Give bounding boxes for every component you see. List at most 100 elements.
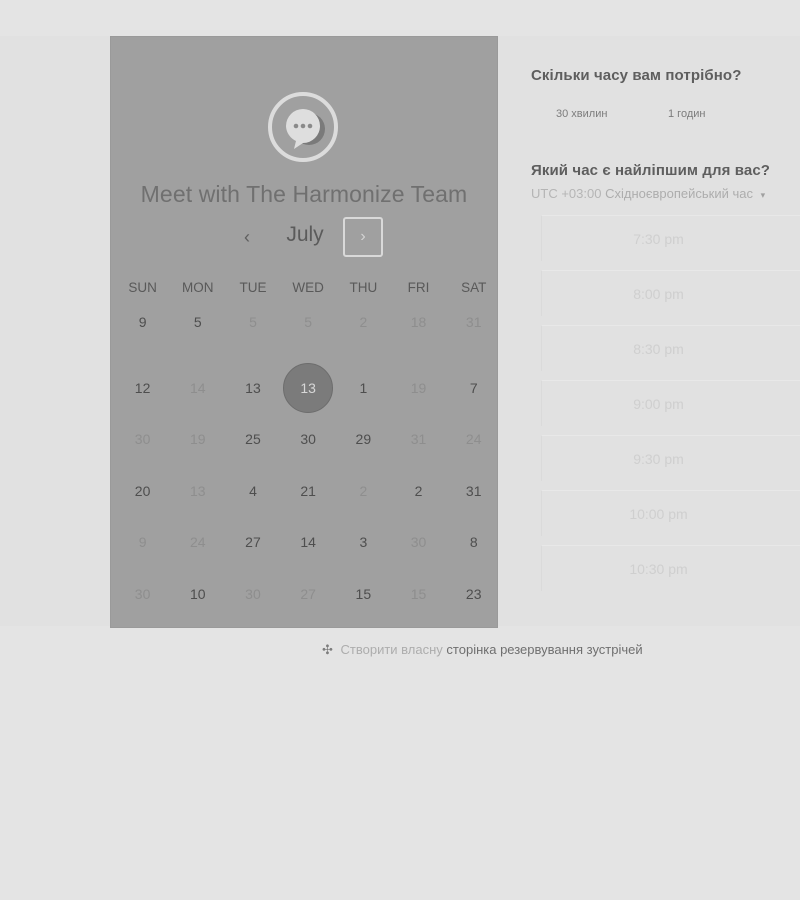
calendar-grid: SUN MON TUE WED THU FRI SAT 9 5 5 5 2 18 31 12 1… xyxy=(115,280,495,620)
calendar-day-number: 27 xyxy=(300,585,316,602)
calendar-day[interactable]: 8 xyxy=(446,517,501,569)
calendar-day-number: 19 xyxy=(189,431,206,447)
calendar-day-number: 5 xyxy=(249,314,257,330)
calendar-day: 31 xyxy=(446,311,501,333)
calendar-day-number: 19 xyxy=(410,379,427,396)
calendar-day-number: 14 xyxy=(300,534,316,550)
calendar-weeks: 9 5 5 5 2 18 31 12 14 13 13 1 19 7 30 19 25 30 29 31 24 20 13 4… xyxy=(115,311,495,620)
calendar-day-number: 31 xyxy=(465,314,482,330)
calendar-day[interactable]: 20 xyxy=(115,466,170,518)
calendar-day[interactable]: 7 xyxy=(446,363,501,415)
calendar-day-number: 9 xyxy=(138,314,147,330)
weekday-label: MON xyxy=(182,280,214,295)
time-slot-button[interactable]: 8:30 pm xyxy=(541,325,800,371)
duration-option-30-min[interactable]: 30 хвилин xyxy=(556,108,607,120)
calendar-day-number: 30 xyxy=(134,431,151,447)
calendar-day: 19 xyxy=(170,414,225,466)
calendar-day-number: 20 xyxy=(134,482,151,499)
weekday-label: SUN xyxy=(128,280,157,295)
calendar-day[interactable]: 5 xyxy=(170,311,225,333)
caret-down-icon: ▾ xyxy=(760,190,766,200)
calendar-day-number: 30 xyxy=(134,585,151,602)
time-slot-button[interactable]: 8:00 pm xyxy=(541,270,800,316)
time-slot-button[interactable]: 10:00 pm xyxy=(541,490,800,536)
time-question: Який час є найліпшим для вас? xyxy=(531,162,771,179)
calendar-day-number: 27 xyxy=(245,534,261,550)
calendar-day: 5 xyxy=(281,311,336,333)
calendar-day[interactable]: 23 xyxy=(446,569,501,621)
calendar-day-number: 29 xyxy=(355,431,372,447)
calendar-day-number: 24 xyxy=(465,431,482,447)
calendar-day-number: 31 xyxy=(410,431,427,447)
calendar-day: 13 xyxy=(170,466,225,518)
weekday-label: SAT xyxy=(461,280,487,295)
calendar-day-number: 21 xyxy=(300,482,316,499)
footer-link[interactable]: сторінка резервування зустрічей xyxy=(446,642,642,657)
calendar-day: 18 xyxy=(391,311,446,333)
avatar xyxy=(268,92,338,162)
calendar-day-number: 12 xyxy=(134,379,151,396)
calendar-day-number: 5 xyxy=(193,314,202,330)
calendar-day-number: 23 xyxy=(465,585,482,602)
weekday-label: TUE xyxy=(239,280,267,295)
chevron-right-icon: › xyxy=(360,228,366,245)
calendar-day[interactable]: 13 xyxy=(225,363,280,415)
calendar-day: 2 xyxy=(336,311,391,333)
calendar-day-number: 9 xyxy=(138,534,147,550)
calendar-day[interactable]: 12 xyxy=(115,363,170,415)
next-month-button[interactable]: › xyxy=(343,217,383,257)
calendar-day[interactable]: 9 xyxy=(115,311,170,333)
calendar-day: 30 xyxy=(115,569,170,621)
calendar-day-number: 14 xyxy=(189,379,206,396)
footer-text-prefix: Створити власну xyxy=(340,642,443,657)
calendar-panel: Meet with The Harmonize Team ‹ July › SU… xyxy=(110,36,498,628)
calendar-day[interactable]: 2 xyxy=(391,466,446,518)
calendar-day-number: 30 xyxy=(410,534,427,550)
calendar-day[interactable]: 15 xyxy=(336,569,391,621)
duration-option-1-hour[interactable]: 1 годин xyxy=(668,108,705,120)
calendar-day[interactable]: 4 xyxy=(225,466,280,518)
weekday-label: FRI xyxy=(407,280,430,295)
calendar-day-number: 5 xyxy=(304,314,313,330)
prev-month-button[interactable]: ‹ xyxy=(235,225,259,249)
calendar-day[interactable]: 27 xyxy=(225,517,280,569)
calendar-day[interactable]: 30 xyxy=(281,414,336,466)
weekday-label: THU xyxy=(349,280,378,295)
calendar-day[interactable]: 1 xyxy=(336,363,391,415)
calendar-day[interactable]: 21 xyxy=(281,466,336,518)
calendar-day-number: 30 xyxy=(245,585,261,602)
calendar-day-selected[interactable]: 13 xyxy=(281,362,336,415)
calendar-day: 30 xyxy=(225,569,280,621)
timezone-selector[interactable]: UTC +03:00 Східноєвропейський час ▾ xyxy=(531,186,765,201)
month-navigation: ‹ July › xyxy=(111,217,497,259)
calendar-day-number: 2 xyxy=(359,482,368,499)
chevron-left-icon: ‹ xyxy=(244,227,250,247)
calendar-day-number: 15 xyxy=(410,585,427,602)
calendar-day-number: 3 xyxy=(359,534,368,550)
calendar-day[interactable]: 29 xyxy=(336,414,391,466)
time-slot-button[interactable]: 9:30 pm xyxy=(541,435,800,481)
time-slot-button[interactable]: 9:00 pm xyxy=(541,380,800,426)
calendar-day: 5 xyxy=(225,311,280,333)
timezone-name: Східноєвропейський час xyxy=(605,186,753,201)
calendar-week-row: 30 19 25 30 29 31 24 xyxy=(115,414,495,466)
calendar-day: 9 xyxy=(115,517,170,569)
calendar-day[interactable]: 25 xyxy=(225,414,280,466)
calendar-day[interactable]: 10 xyxy=(170,569,225,621)
calendar-day: 30 xyxy=(115,414,170,466)
calendar-day[interactable]: 14 xyxy=(281,517,336,569)
calendar-day-number: 2 xyxy=(414,482,423,499)
calendar-day-number: 7 xyxy=(469,379,478,396)
calendar-day-number: 24 xyxy=(189,534,206,550)
calendar-day-number: 31 xyxy=(465,482,482,499)
time-slot-button[interactable]: 10:30 pm xyxy=(541,545,800,591)
calendar-day-number: 15 xyxy=(355,585,372,602)
calendar-day-number: 13 xyxy=(245,379,261,396)
calendar-day[interactable]: 31 xyxy=(446,466,501,518)
time-slot-button[interactable]: 7:30 pm xyxy=(541,215,800,261)
calendar-day-number: 25 xyxy=(245,431,261,447)
calendar-day: 15 xyxy=(391,569,446,621)
calendar-day[interactable]: 3 xyxy=(336,517,391,569)
month-label: July xyxy=(286,223,324,246)
calendar-day-number: 1 xyxy=(359,379,368,396)
